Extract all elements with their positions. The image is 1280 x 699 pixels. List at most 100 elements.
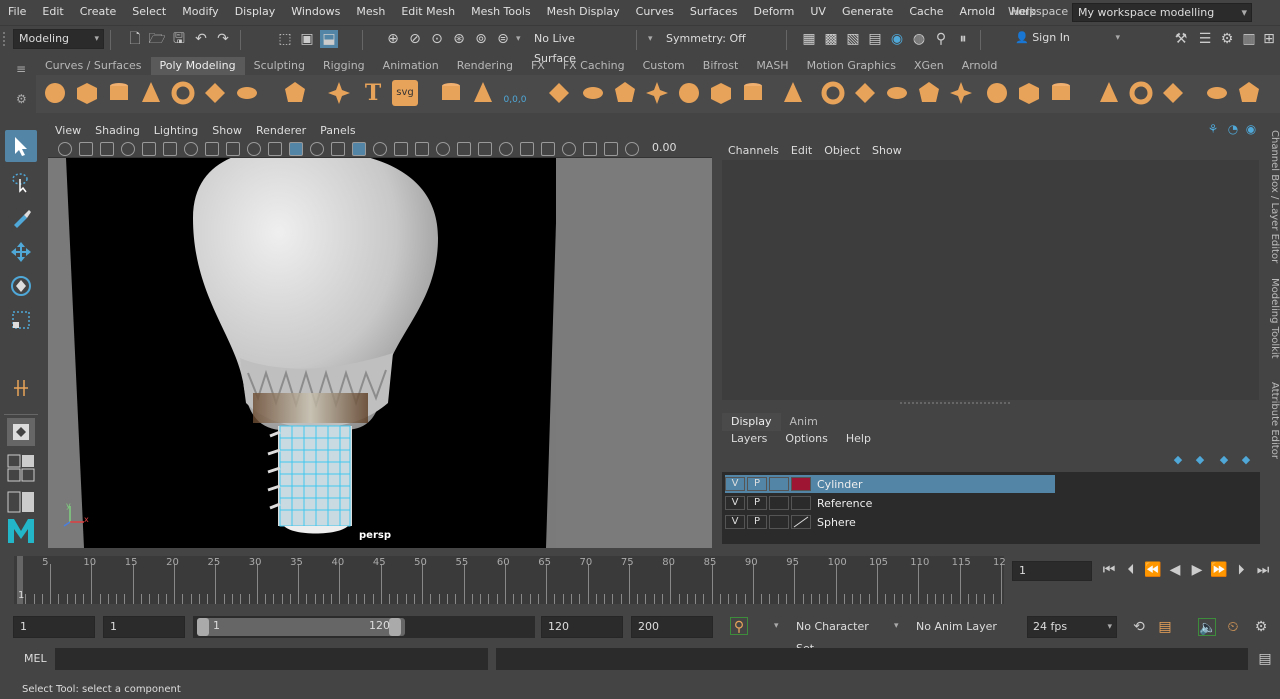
ipr-render-icon[interactable]: ▧ <box>844 30 862 48</box>
vp-film-gate-icon[interactable] <box>163 142 177 156</box>
time-icon[interactable]: ⏲ <box>1224 618 1242 636</box>
range-handle-right[interactable] <box>389 618 401 636</box>
key-icon[interactable]: ▤ <box>1156 618 1174 636</box>
vp-default-material-icon[interactable] <box>331 142 345 156</box>
range-slider-track[interactable]: 1 120 <box>193 616 535 638</box>
animation-end-field[interactable]: 200 <box>631 616 713 638</box>
extrude-icon[interactable] <box>852 80 878 106</box>
shelf-tab-xgen[interactable]: XGen <box>905 57 953 75</box>
shelf-tab-sculpting[interactable]: Sculpting <box>245 57 314 75</box>
fps-select[interactable]: 24 fps ▾ <box>1027 616 1117 638</box>
command-input[interactable] <box>55 648 488 670</box>
plane-icon[interactable] <box>202 80 228 106</box>
shelf-tab-animation[interactable]: Animation <box>374 57 448 75</box>
select-object-icon[interactable]: ▣ <box>298 30 316 48</box>
shelf-tab-rendering[interactable]: Rendering <box>448 57 522 75</box>
undo-icon[interactable]: ↶ <box>192 30 210 48</box>
menu-curves[interactable]: Curves <box>628 0 682 24</box>
vp-xray-active-icon[interactable] <box>541 142 555 156</box>
redo-icon[interactable]: ↷ <box>214 30 232 48</box>
range-handle-left[interactable] <box>197 618 209 636</box>
chevron-down-icon[interactable]: ▾ <box>894 621 899 631</box>
channel-box-menu-show[interactable]: Show <box>866 144 908 157</box>
script-language-toggle[interactable]: MEL <box>24 652 47 665</box>
select-component-icon[interactable]: ⬓ <box>320 30 338 48</box>
viewport-menu-lighting[interactable]: Lighting <box>147 122 205 140</box>
viewport-menu-shading[interactable]: Shading <box>88 122 147 140</box>
cone-icon[interactable] <box>138 80 164 106</box>
channel-box-menu-edit[interactable]: Edit <box>785 144 818 157</box>
menu-edit[interactable]: Edit <box>34 0 71 24</box>
shelf-tab-fx[interactable]: FX <box>522 57 554 75</box>
vp-grid-toggle-icon[interactable] <box>142 142 156 156</box>
snap-point-icon[interactable]: ⊙ <box>428 30 446 48</box>
coords-icon[interactable]: 0,0,0 <box>502 80 528 106</box>
retopo-icon[interactable] <box>1204 80 1230 106</box>
anim-prefs-icon[interactable]: ⚙ <box>1252 618 1270 636</box>
menuset-select[interactable]: Modeling ▾ <box>13 29 104 49</box>
menu-modify[interactable]: Modify <box>174 0 226 24</box>
super-shape-icon[interactable] <box>326 80 352 106</box>
workspace-select[interactable]: My workspace modelling ▾ <box>1072 3 1252 22</box>
vp-resolution-gate-icon[interactable] <box>184 142 198 156</box>
snap-view-icon[interactable]: ⊛ <box>450 30 468 48</box>
live-surface-field[interactable]: No Live Surface <box>528 29 620 65</box>
step-forward-frame-icon[interactable]: ⏵ <box>1232 561 1250 579</box>
vp-smooth-shade-icon[interactable] <box>310 142 324 156</box>
uv-editor-icon[interactable] <box>1236 80 1262 106</box>
multi-cut-icon[interactable] <box>1016 80 1042 106</box>
viewport-menu-show[interactable]: Show <box>205 122 249 140</box>
menu-mesh[interactable]: Mesh <box>348 0 393 24</box>
new-layer-icon[interactable]: ◆ <box>1216 452 1232 468</box>
attribute-editor-icon[interactable]: ☰ <box>1196 30 1214 48</box>
sign-in-button[interactable]: 👤 Sign In ▾ <box>1010 29 1124 49</box>
menu-uv[interactable]: UV <box>802 0 834 24</box>
target-weld-icon[interactable] <box>1048 80 1074 106</box>
vp-textured-icon[interactable] <box>352 142 366 156</box>
script-editor-icon[interactable]: ▤ <box>1256 650 1274 668</box>
time-slider-track[interactable]: 5 10 15 20 25 30 35 40 45 50 55 60 65 70 75 80 85 90 95 100… <box>14 556 1006 604</box>
snap-surface-icon[interactable]: ⊚ <box>472 30 490 48</box>
manipulator-tool[interactable] <box>5 372 37 404</box>
layout-icon[interactable]: ⊞ <box>1260 30 1278 48</box>
channel-box-icon[interactable]: ▥ <box>1240 30 1258 48</box>
cylinder-icon[interactable] <box>106 80 132 106</box>
new-layer-selected-icon[interactable]: ◆ <box>1238 452 1254 468</box>
vp-gate-mask-icon[interactable] <box>205 142 219 156</box>
go-to-end-icon[interactable]: ⏭ <box>1254 561 1272 579</box>
move-tool[interactable] <box>5 236 37 268</box>
append-polygon-icon[interactable] <box>820 80 846 106</box>
shelf-settings-icon[interactable]: ⚙ <box>16 92 27 106</box>
text-icon[interactable]: T <box>360 80 386 106</box>
menu-generate[interactable]: Generate <box>834 0 901 24</box>
vp-xray-icon[interactable] <box>520 142 534 156</box>
smooth-icon[interactable] <box>644 80 670 106</box>
menu-cache[interactable]: Cache <box>901 0 951 24</box>
menu-windows[interactable]: Windows <box>283 0 348 24</box>
shelf-tab-custom[interactable]: Custom <box>634 57 694 75</box>
search-icon[interactable]: ◔ <box>1226 122 1240 136</box>
light-editor-icon[interactable]: ⚲ <box>932 30 950 48</box>
save-scene-icon[interactable]: 🖫 <box>170 30 188 48</box>
cube-icon[interactable] <box>74 80 100 106</box>
symmetrize-icon[interactable] <box>1160 80 1186 106</box>
shelf-menu-icon[interactable]: ≡ <box>16 62 26 76</box>
layer-menu-options[interactable]: Options <box>776 432 836 448</box>
splitter-handle[interactable] <box>900 402 1010 406</box>
layer-display-type[interactable] <box>769 477 789 491</box>
chevron-down-icon[interactable]: ▾ <box>516 34 521 44</box>
menu-surfaces[interactable]: Surfaces <box>682 0 746 24</box>
shelf-tab-poly-modeling[interactable]: Poly Modeling <box>150 57 245 75</box>
menu-deform[interactable]: Deform <box>745 0 802 24</box>
layer-playback-toggle[interactable]: P <box>747 477 767 491</box>
layer-playback-toggle[interactable]: P <box>747 496 767 510</box>
layer-menu-layers[interactable]: Layers <box>722 432 776 448</box>
vp-four-pane-icon[interactable] <box>604 142 618 156</box>
shelf-tab-bifrost[interactable]: Bifrost <box>694 57 748 75</box>
side-tab-channel-box[interactable]: Channel Box / Layer Editor <box>1262 130 1280 263</box>
auto-key-icon[interactable]: ⚲ <box>730 617 748 635</box>
separate-icon[interactable] <box>580 80 606 106</box>
vp-exposure-icon[interactable] <box>625 142 639 156</box>
layer-menu-help[interactable]: Help <box>837 432 880 448</box>
vp-use-all-lights-icon[interactable] <box>373 142 387 156</box>
